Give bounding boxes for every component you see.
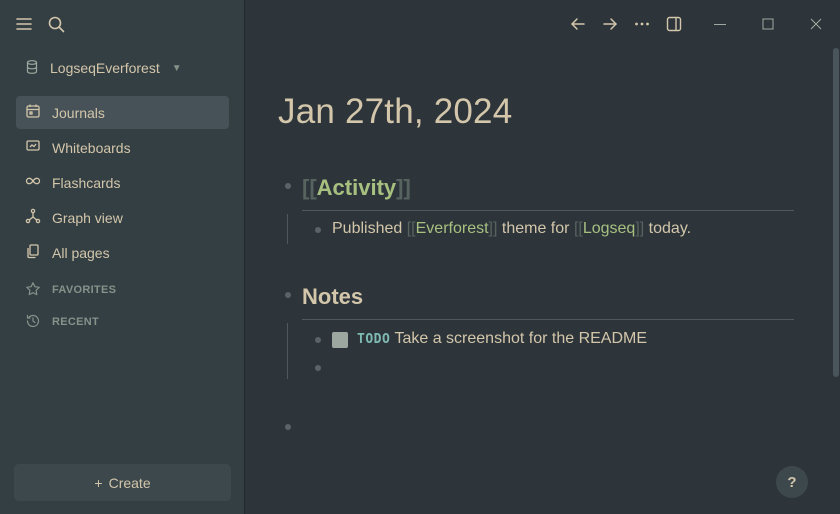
link-open-bracket: [[ — [406, 220, 416, 237]
minimize-icon[interactable] — [710, 14, 730, 34]
activity-page-link[interactable]: Activity — [317, 175, 396, 200]
left-sidebar: LogseqEverforest ▼ Journals Whiteboards … — [0, 0, 245, 514]
graph-name: LogseqEverforest — [50, 60, 160, 76]
block-text: theme for — [501, 220, 570, 237]
page-title[interactable]: Jan 27th, 2024 — [278, 92, 512, 132]
maximize-icon[interactable] — [758, 14, 778, 34]
sidebar-item-label: All pages — [52, 244, 110, 261]
block-guide-line — [287, 214, 288, 244]
link-open-bracket: [[ — [302, 175, 317, 200]
close-icon[interactable] — [806, 14, 826, 34]
empty-block-bullet[interactable] — [315, 365, 321, 371]
sidebar-item-graph-view[interactable]: Graph view — [16, 201, 229, 234]
sidebar-header — [0, 0, 245, 48]
create-button[interactable]: + Create — [14, 464, 231, 501]
activity-heading[interactable]: [[Activity]] — [302, 175, 411, 201]
link-close-bracket: ]] — [396, 175, 411, 200]
database-icon — [24, 59, 40, 78]
calendar-icon — [25, 103, 41, 122]
forward-arrow-icon[interactable] — [600, 14, 620, 34]
sidebar-item-label: Flashcards — [52, 174, 121, 191]
activity-child-block[interactable]: Published [[Everforest]] theme for [[Log… — [332, 220, 691, 238]
heading-divider — [302, 210, 794, 211]
right-sidebar-toggle-icon[interactable] — [664, 14, 684, 34]
empty-block-bullet[interactable] — [285, 424, 291, 430]
more-dots-icon[interactable] — [632, 14, 652, 34]
search-icon[interactable] — [46, 14, 66, 34]
scrollbar[interactable] — [833, 48, 839, 377]
plus-icon: + — [94, 474, 103, 491]
block-text: Published — [332, 220, 403, 237]
sidebar-item-flashcards[interactable]: Flashcards — [16, 166, 229, 199]
notes-heading[interactable]: Notes — [302, 284, 363, 310]
sidebar-item-label: Whiteboards — [52, 139, 131, 156]
graph-selector[interactable]: LogseqEverforest ▼ — [24, 56, 182, 80]
menu-icon[interactable] — [14, 14, 34, 34]
sidebar-item-whiteboards[interactable]: Whiteboards — [16, 131, 229, 164]
recent-label: RECENT — [52, 316, 100, 328]
star-icon — [25, 281, 41, 300]
pages-icon — [25, 243, 41, 262]
graph-icon — [25, 208, 41, 227]
sidebar-item-label: Journals — [52, 104, 105, 121]
sidebar-item-all-pages[interactable]: All pages — [16, 236, 229, 269]
logseq-page-link[interactable]: Logseq — [583, 220, 636, 237]
link-open-bracket: [[ — [573, 220, 583, 237]
sidebar-nav: Journals Whiteboards Flashcards Graph vi… — [16, 96, 229, 271]
history-icon — [25, 313, 41, 332]
sidebar-item-label: Graph view — [52, 209, 123, 226]
heading-divider — [302, 319, 794, 320]
block-bullet[interactable] — [315, 227, 321, 233]
favorites-section[interactable]: FAVORITES — [25, 281, 116, 299]
block-bullet[interactable] — [285, 292, 291, 298]
everforest-page-link[interactable]: Everforest — [416, 220, 489, 237]
todo-block[interactable]: TODO Take a screenshot for the README — [357, 330, 647, 348]
todo-marker[interactable]: TODO — [357, 332, 390, 347]
chevron-down-icon: ▼ — [171, 62, 182, 74]
block-bullet[interactable] — [315, 337, 321, 343]
todo-text: Take a screenshot for the README — [394, 330, 648, 347]
infinity-icon — [25, 173, 41, 192]
link-close-bracket: ]] — [488, 220, 498, 237]
todo-checkbox[interactable] — [332, 332, 348, 348]
block-text: today. — [648, 220, 692, 237]
sidebar-item-journals[interactable]: Journals — [16, 96, 229, 129]
favorites-label: FAVORITES — [52, 284, 117, 296]
help-button[interactable]: ? — [776, 466, 808, 498]
create-label: Create — [108, 474, 151, 491]
back-arrow-icon[interactable] — [568, 14, 588, 34]
whiteboard-icon — [25, 138, 41, 157]
recent-section[interactable]: RECENT — [25, 313, 99, 331]
block-bullet[interactable] — [285, 183, 291, 189]
link-close-bracket: ]] — [635, 220, 645, 237]
block-guide-line — [287, 323, 288, 379]
